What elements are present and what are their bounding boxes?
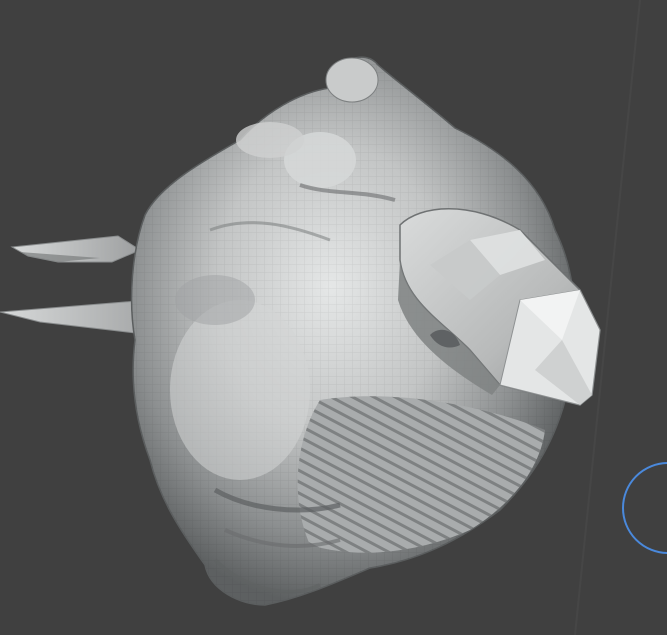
sculpt-mesh[interactable] <box>0 56 601 606</box>
mesh-cheek <box>170 300 310 480</box>
3d-viewport[interactable] <box>0 0 667 635</box>
mesh-bump-crest <box>236 122 304 158</box>
viewport-canvas[interactable] <box>0 0 667 635</box>
brush-cursor-ring[interactable] <box>622 462 667 554</box>
mesh-eye-socket <box>175 275 255 325</box>
mesh-bump-top <box>325 57 379 103</box>
mesh-jaw-stripes <box>297 396 545 553</box>
